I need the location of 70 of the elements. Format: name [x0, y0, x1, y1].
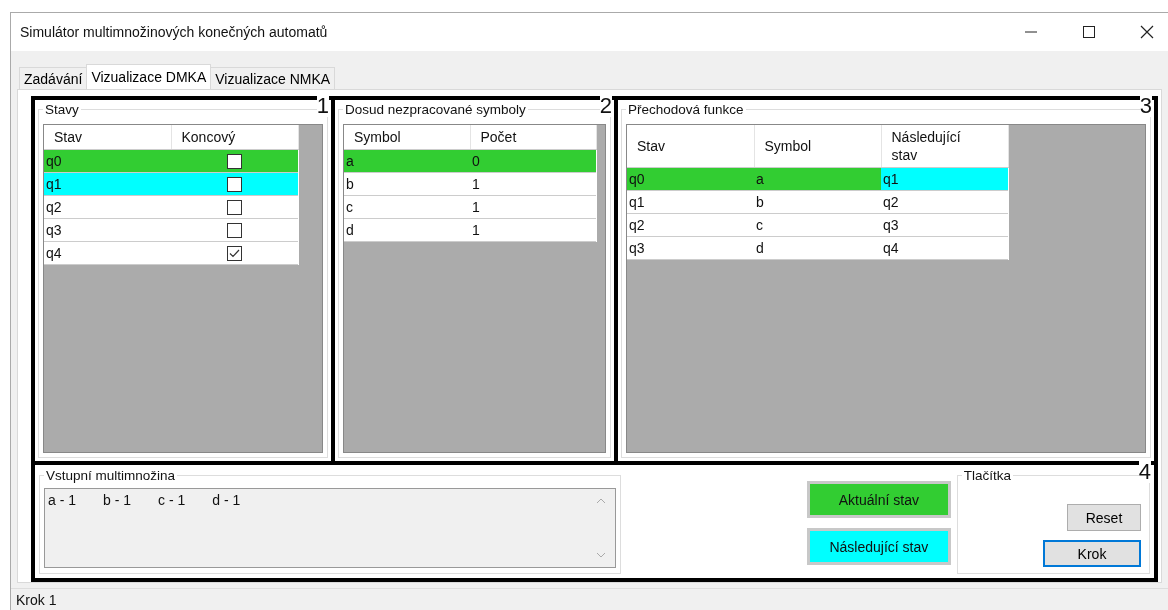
tab[interactable]: Vizualizace DMKA — [86, 64, 212, 89]
column-header: Počet — [470, 125, 596, 149]
checkbox[interactable] — [227, 153, 242, 169]
panel-number: 2 — [599, 95, 612, 117]
table-cell: 1 — [470, 172, 596, 195]
table-cell: q3 — [881, 213, 1008, 236]
table-cell: q2 — [881, 190, 1008, 213]
column-header: Následující stav — [881, 125, 1008, 167]
table-row[interactable]: q1 — [44, 172, 298, 195]
table-cell: c — [754, 213, 881, 236]
group-title: Vstupní multimnožina — [44, 468, 178, 483]
table-cell: q4 — [881, 236, 1008, 259]
panel-number: 4 — [1138, 461, 1151, 483]
column-header: Symbol — [344, 125, 470, 149]
multiset-item: c - 1 — [158, 492, 186, 509]
checkbox[interactable] — [227, 222, 242, 238]
table-cell: q3 — [627, 236, 754, 259]
table-row[interactable]: q2 — [44, 195, 298, 218]
table-cell: b — [754, 190, 881, 213]
column-header: Koncový — [171, 125, 298, 149]
table-cell: a — [754, 167, 881, 190]
panel-number: 3 — [1139, 95, 1152, 117]
table-cell: q2 — [44, 195, 171, 218]
table-cell: q3 — [44, 218, 171, 241]
multiset-item: b - 1 — [103, 492, 132, 509]
checkbox[interactable] — [227, 245, 242, 261]
table-row[interactable]: q4 — [44, 241, 298, 264]
table-cell: b — [344, 172, 470, 195]
column-header: Symbol — [754, 125, 881, 167]
group-title: Dosud nezpracované symboly — [343, 102, 528, 117]
multiset-item: a - 1 — [48, 492, 76, 509]
column-header: Stav — [44, 125, 171, 149]
table-cell: 1 — [470, 218, 596, 241]
table-cell: 1 — [470, 195, 596, 218]
table-row[interactable]: b 1 — [344, 172, 596, 195]
table-cell: a — [344, 149, 470, 172]
table-cell: q0 — [627, 167, 754, 190]
window-title: Simulátor multimnožinových konečných automatů — [20, 24, 328, 40]
checkbox[interactable] — [227, 199, 242, 215]
legend-swatch: Aktuální stav — [807, 481, 951, 518]
table-row[interactable]: q3 — [44, 218, 298, 241]
tab[interactable]: Zadávání — [19, 67, 88, 89]
table-cell: d — [754, 236, 881, 259]
group-title: Přechodová funkce — [626, 102, 746, 117]
table-cell: q4 — [44, 241, 171, 264]
table-row[interactable]: q0 — [44, 149, 298, 172]
action-button[interactable]: Krok — [1043, 540, 1141, 567]
status-text: Krok 1 — [16, 592, 57, 608]
tab[interactable]: Vizualizace NMKA — [210, 67, 336, 89]
group-title: Stavy — [43, 102, 81, 117]
table-cell: c — [344, 195, 470, 218]
multiset-item: d - 1 — [212, 492, 241, 509]
panel-number: 1 — [316, 95, 329, 117]
table-cell: 0 — [470, 149, 596, 172]
table-cell: q1 — [627, 190, 754, 213]
column-header: Stav — [627, 125, 754, 167]
table-cell: q0 — [44, 149, 171, 172]
action-button[interactable]: Reset — [1067, 504, 1141, 531]
table-cell: q1 — [44, 172, 171, 195]
maximize-icon[interactable] — [1082, 25, 1096, 39]
table-cell: q1 — [881, 167, 1008, 190]
table-row[interactable]: d 1 — [344, 218, 596, 241]
checkbox[interactable] — [227, 176, 242, 192]
close-icon[interactable] — [1140, 25, 1154, 39]
table-cell: d — [344, 218, 470, 241]
legend-swatch: Následující stav — [807, 528, 951, 565]
table-row[interactable]: a 0 — [344, 149, 596, 172]
group-title: Tlačítka — [961, 468, 1013, 483]
table-row[interactable]: c 1 — [344, 195, 596, 218]
table-cell: q2 — [627, 213, 754, 236]
